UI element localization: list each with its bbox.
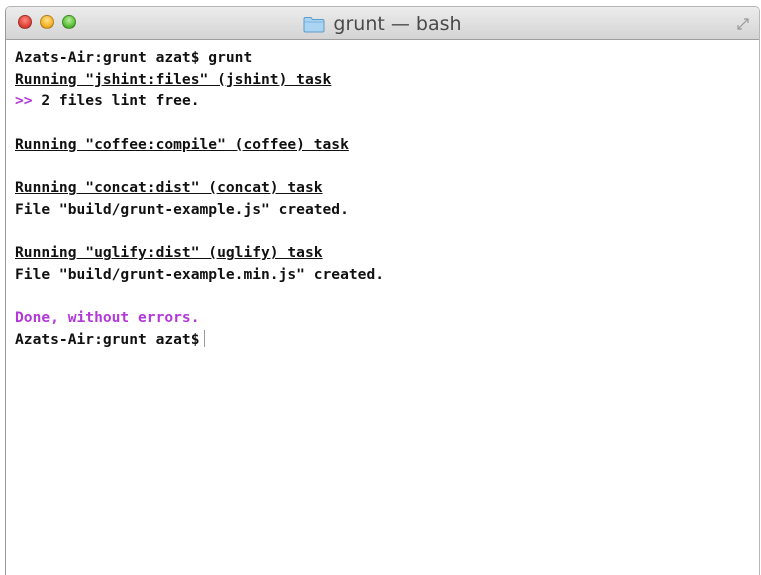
- title-bar[interactable]: grunt — bash: [6, 7, 759, 40]
- terminal-line-task-concat: Running "concat:dist" (concat) task: [15, 179, 323, 197]
- terminal-line-task-coffee: Running "coffee:compile" (coffee) task: [15, 135, 349, 153]
- terminal-line-lint-result: >> 2 files lint free.: [15, 92, 200, 110]
- window-title-container: grunt — bash: [6, 7, 759, 40]
- terminal-line-task-uglify: Running "uglify:dist" (uglify) task: [15, 244, 323, 262]
- window-title: grunt — bash: [333, 12, 462, 35]
- text-cursor: [203, 329, 205, 347]
- terminal-line-prompt: Azats-Air:grunt azat$: [15, 329, 759, 351]
- terminal-window: grunt — bash Azats-Air:grunt azat$ grunt…: [5, 6, 760, 575]
- folder-icon: [303, 16, 325, 32]
- output-prefix: >>: [15, 92, 33, 110]
- terminal-line-concat-result: File "build/grunt-example.js" created.: [15, 200, 349, 218]
- terminal-output[interactable]: Azats-Air:grunt azat$ grunt Running "jsh…: [6, 40, 759, 351]
- terminal-line-task-jshint: Running "jshint:files" (jshint) task: [15, 70, 332, 88]
- terminal-line-uglify-result: File "build/grunt-example.min.js" create…: [15, 265, 385, 283]
- fullscreen-icon[interactable]: [735, 16, 751, 32]
- terminal-line-done: Done, without errors.: [15, 309, 200, 327]
- terminal-line-command: Azats-Air:grunt azat$ grunt: [15, 49, 253, 66]
